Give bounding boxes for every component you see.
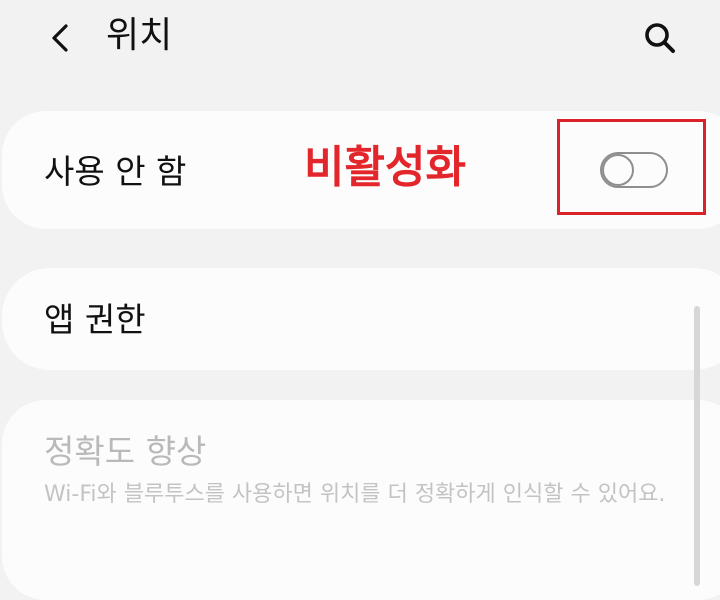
improve-accuracy-description: Wi-Fi와 블루투스를 사용하면 위치를 더 정확하게 인식할 수 있어요. [44,482,666,507]
toggle-knob [602,154,634,186]
scrollbar[interactable] [694,306,700,586]
chevron-left-icon [52,24,68,52]
disabled-annotation: 비활성화 [304,142,466,193]
app-bar: 위치 [0,0,720,80]
search-button[interactable] [632,10,688,66]
search-icon [645,23,675,53]
back-button[interactable] [36,12,88,64]
app-permissions-label: 앱 권한 [44,300,146,339]
page-title: 위치 [106,15,173,56]
improve-accuracy-title: 정확도 향상 [44,432,207,471]
location-state-label: 사용 안 함 [44,152,187,191]
location-toggle-switch[interactable] [600,152,668,188]
